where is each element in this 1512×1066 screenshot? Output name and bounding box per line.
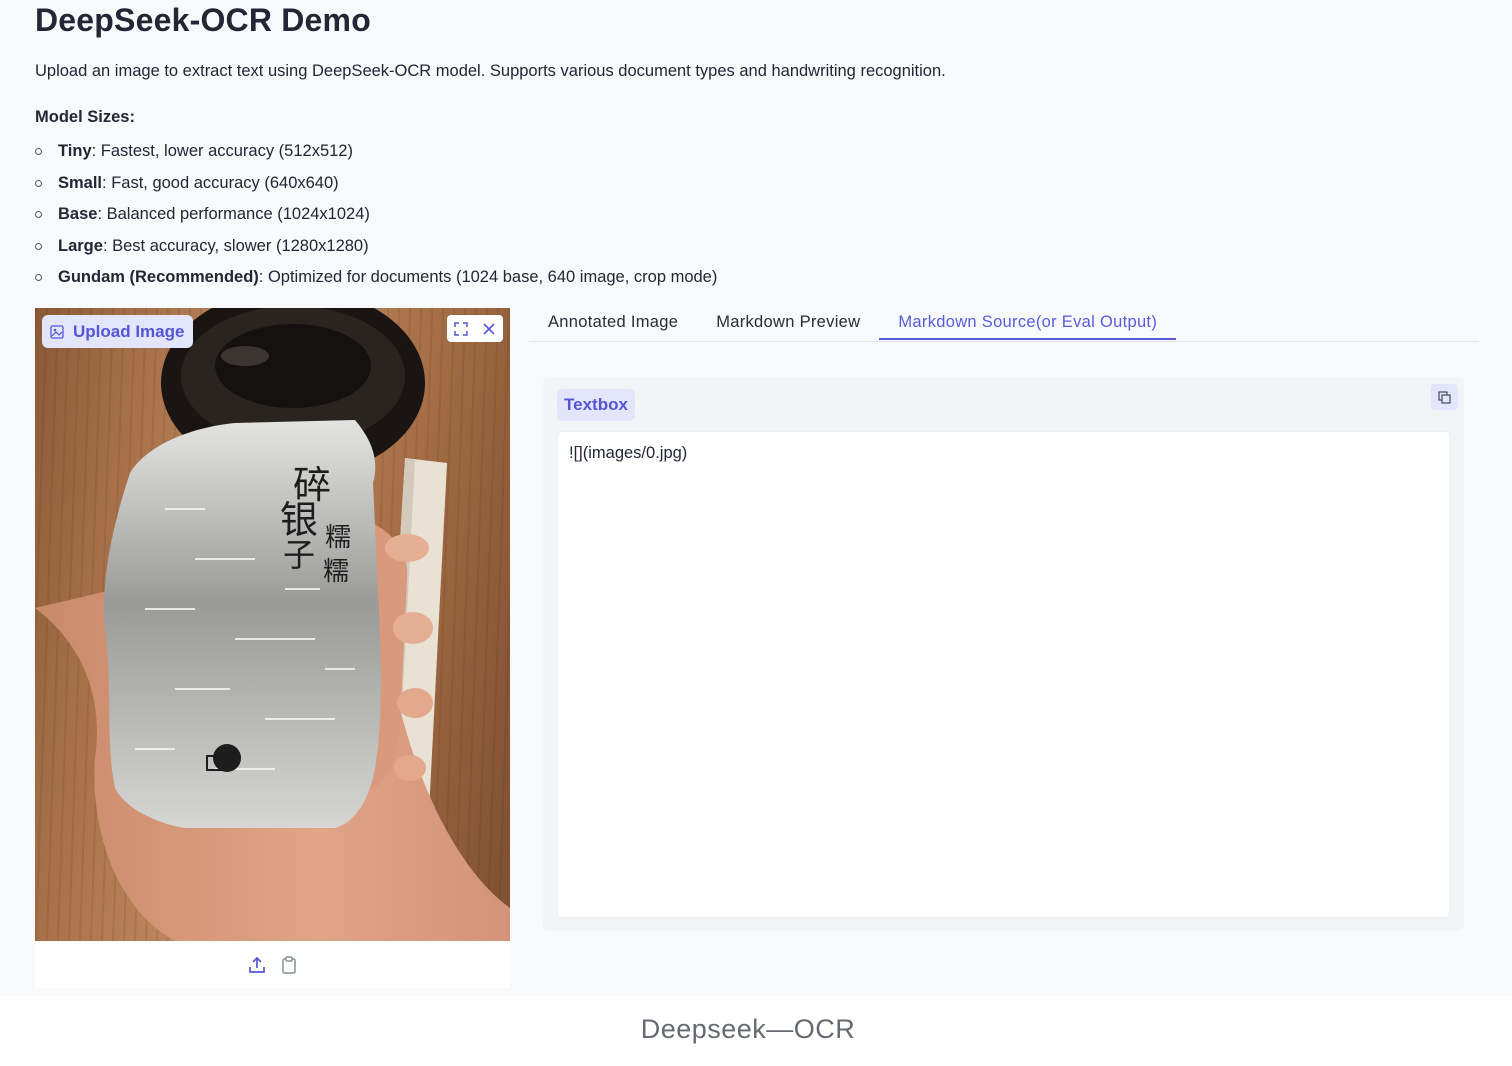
bullet-icon	[35, 148, 42, 155]
bullet-icon	[35, 242, 42, 250]
photo-text-char: 糯	[325, 523, 351, 553]
output-tabs: Annotated Image Markdown Preview Markdow…	[529, 308, 1479, 342]
page-description: Upload an image to extract text using De…	[35, 62, 946, 80]
textbox-panel: Textbox ![](images/0.jpg)	[543, 377, 1464, 931]
photo-text-char: 糯	[323, 557, 349, 587]
list-item: Large: Best accuracy, slower (1280x1280)	[35, 233, 717, 265]
image-toolbar	[35, 941, 510, 988]
photo-illustration: 碎 银 子 糯 糯	[35, 308, 510, 941]
upload-image-label-text: Upload Image	[73, 321, 185, 341]
bullet-icon	[35, 179, 42, 187]
list-item: Gundam (Recommended): Optimized for docu…	[35, 264, 717, 296]
list-item: Tiny: Fastest, lower accuracy (512x512)	[35, 138, 717, 170]
model-size-detail: : Best accuracy, slower (1280x1280)	[102, 236, 369, 255]
clipboard-icon[interactable]	[280, 955, 298, 974]
fullscreen-icon[interactable]	[453, 321, 469, 337]
model-size-detail: : Balanced performance (1024x1024)	[97, 205, 370, 223]
tab-annotated-image[interactable]: Annotated Image	[529, 308, 697, 340]
model-size-detail: : Fastest, lower accuracy (512x512)	[91, 142, 353, 160]
upload-icon[interactable]	[248, 956, 266, 974]
model-size-name: Base	[58, 205, 98, 223]
copy-icon	[1438, 390, 1451, 404]
list-item: Small: Fast, good accuracy (640x640)	[35, 170, 717, 202]
app-container: DeepSeek-OCR Demo Upload an image to ext…	[0, 0, 1512, 996]
model-sizes-list: Tiny: Fastest, lower accuracy (512x512) …	[35, 138, 717, 296]
image-icon	[50, 324, 64, 339]
tab-markdown-preview[interactable]: Markdown Preview	[697, 308, 879, 340]
page-title: DeepSeek-OCR Demo	[35, 2, 371, 38]
model-size-name: Large	[58, 236, 103, 255]
markdown-source-textbox[interactable]: ![](images/0.jpg)	[557, 431, 1450, 918]
bullet-icon	[35, 211, 42, 218]
list-item: Base: Balanced performance (1024x1024)	[35, 201, 717, 233]
model-size-name: Tiny	[58, 142, 92, 160]
model-size-name: Small	[58, 173, 103, 192]
model-sizes-heading: Model Sizes:	[35, 108, 135, 126]
bullet-icon	[35, 274, 42, 281]
close-icon[interactable]	[481, 321, 497, 337]
photo-text-char: 子	[283, 536, 315, 574]
copy-button[interactable]	[1431, 384, 1458, 410]
uploaded-image[interactable]: 碎 银 子 糯 糯 Upload Image	[35, 308, 510, 941]
tab-markdown-source[interactable]: Markdown Source(or Eval Output)	[879, 308, 1177, 340]
model-size-detail: : Optimized for documents (1024 base, 64…	[258, 268, 718, 286]
footer-caption: Deepseek—OCR	[640, 1014, 856, 1044]
image-upload-panel[interactable]: 碎 银 子 糯 糯 Upload Image	[35, 308, 510, 988]
model-size-detail: : Fast, good accuracy (640x640)	[102, 173, 339, 192]
model-size-name: Gundam (Recommended)	[58, 268, 259, 286]
textbox-label: Textbox	[557, 389, 635, 421]
image-controls	[447, 315, 503, 342]
upload-image-label: Upload Image	[42, 315, 194, 348]
